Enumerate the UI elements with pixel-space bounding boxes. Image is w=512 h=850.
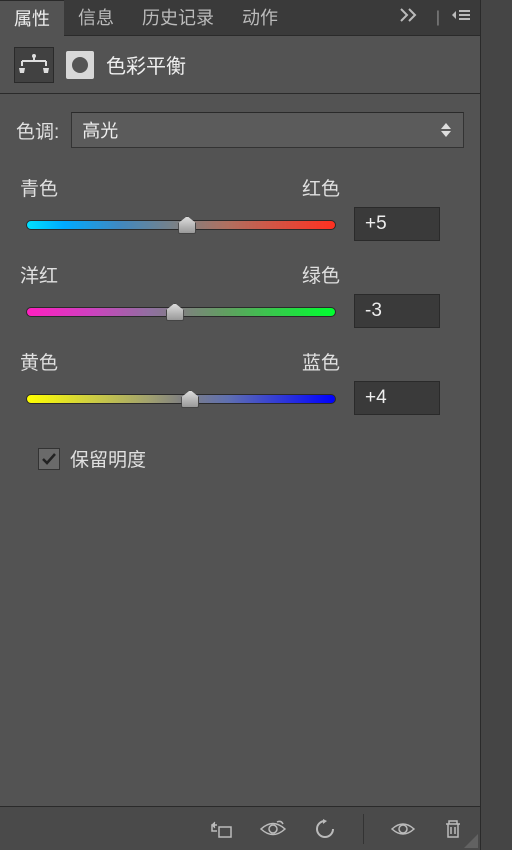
tab-actions[interactable]: 动作 (228, 0, 292, 36)
slider-label-blue: 蓝色 (302, 348, 340, 375)
clip-to-layer-icon[interactable] (209, 819, 233, 839)
slider-thumb[interactable] (166, 303, 184, 321)
slider-magenta-green[interactable] (26, 301, 336, 321)
slider-label-yellow: 黄色 (20, 348, 58, 375)
value-yellow-blue[interactable]: +4 (354, 381, 440, 415)
panel-menu-icon[interactable] (452, 8, 470, 27)
color-balance-icon (14, 47, 54, 83)
layer-mask-icon[interactable] (66, 51, 94, 79)
tab-history[interactable]: 历史记录 (128, 0, 228, 36)
panel-footer (0, 806, 480, 850)
preserve-luminosity-checkbox[interactable] (38, 448, 60, 470)
panel-tabs: 属性 信息 历史记录 动作 | (0, 0, 480, 36)
view-previous-icon[interactable] (259, 820, 287, 838)
adjustment-title: 色彩平衡 (106, 50, 186, 79)
tab-info[interactable]: 信息 (64, 0, 128, 36)
tab-properties[interactable]: 属性 (0, 0, 64, 36)
slider-cyan-red[interactable] (26, 214, 336, 234)
preserve-luminosity-label: 保留明度 (70, 445, 146, 472)
slider-thumb[interactable] (181, 390, 199, 408)
tab-divider: | (436, 9, 440, 27)
slider-label-green: 绿色 (302, 261, 340, 288)
slider-label-cyan: 青色 (20, 174, 58, 201)
tone-label: 色调: (16, 117, 59, 144)
toggle-visibility-icon[interactable] (390, 820, 416, 838)
slider-yellow-blue[interactable] (26, 388, 336, 408)
reset-icon[interactable] (313, 819, 337, 839)
dock-strip (480, 0, 512, 850)
adjustment-header: 色彩平衡 (0, 36, 480, 94)
resize-grip-icon[interactable] (464, 834, 478, 848)
slider-label-magenta: 洋红 (20, 261, 58, 288)
delete-icon[interactable] (442, 818, 464, 840)
slider-label-red: 红色 (302, 174, 340, 201)
value-cyan-red[interactable]: +5 (354, 207, 440, 241)
footer-divider (363, 814, 364, 844)
tone-select[interactable]: 高光 (71, 112, 464, 148)
tone-selected-value: 高光 (82, 117, 118, 143)
slider-thumb[interactable] (178, 216, 196, 234)
value-magenta-green[interactable]: -3 (354, 294, 440, 328)
collapse-panel-icon[interactable] (400, 8, 424, 27)
dropdown-arrow-icon (437, 117, 455, 143)
